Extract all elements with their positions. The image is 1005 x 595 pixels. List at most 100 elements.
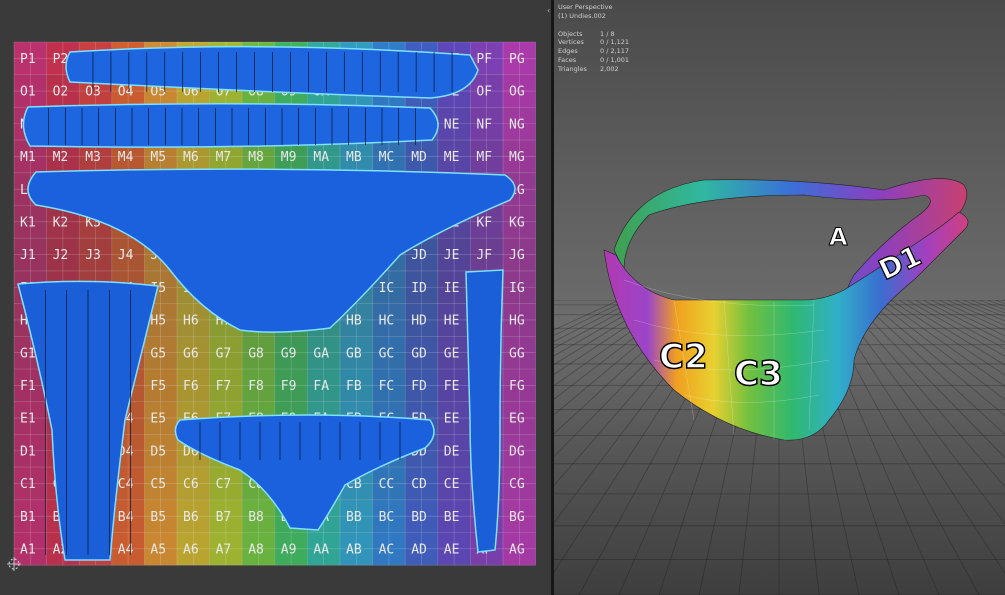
stat-row: Objects 1 / 8 <box>558 30 629 39</box>
uv-grid-label: GE <box>444 346 460 361</box>
uv-grid-label: M8 <box>248 150 264 165</box>
uv-grid-label: O4 <box>118 85 134 100</box>
uv-grid-label: CE <box>444 477 460 492</box>
uv-grid-label: EE <box>444 412 460 427</box>
uv-grid-label: G6 <box>183 346 199 361</box>
viewport-stats-overlay: User Perspective (1) Undies.002 Objects 1… <box>558 3 629 74</box>
uv-grid-label: ID <box>411 281 427 296</box>
uv-grid-label: FG <box>509 379 525 394</box>
uv-grid-label: C5 <box>150 477 166 492</box>
uv-grid-label: F5 <box>150 379 166 394</box>
3d-viewport-panel[interactable]: C2 C3 D1 A <box>554 0 1005 595</box>
uv-island-waistband-mid <box>22 102 439 148</box>
uv-grid-label: A7 <box>216 543 232 558</box>
uv-grid-label: F9 <box>281 379 297 394</box>
uv-grid-label: IC <box>379 281 395 296</box>
uv-grid-label: FC <box>379 379 395 394</box>
uv-grid-label: A4 <box>118 543 134 558</box>
uv-grid-label: O1 <box>20 85 36 100</box>
stat-row: Faces 0 / 1,001 <box>558 56 629 65</box>
uv-grid-label: F1 <box>20 379 36 394</box>
uv-grid-label: AC <box>379 543 395 558</box>
uv-grid-label: G9 <box>281 346 297 361</box>
uv-grid-label: D5 <box>150 444 166 459</box>
stat-row: Edges 0 / 2,117 <box>558 47 629 56</box>
uv-grid-label: NG <box>509 117 525 132</box>
object-name: (1) Undies.002 <box>558 11 606 20</box>
uv-grid-label: K1 <box>20 216 36 231</box>
uv-grid-label: HG <box>509 314 525 329</box>
stat-row: Triangles 2,002 <box>558 65 629 74</box>
model-label-c3: C3 <box>734 354 783 394</box>
uv-grid-label: AE <box>444 543 460 558</box>
uv-grid-label: HB <box>346 314 362 329</box>
uv-grid-label: MG <box>509 150 525 165</box>
uv-grid-label: A6 <box>183 543 199 558</box>
uv-grid-label: KG <box>509 216 525 231</box>
uv-grid-label: GD <box>411 346 427 361</box>
uv-grid-label: FB <box>346 379 362 394</box>
3d-model-undies[interactable]: C2 C3 D1 A <box>554 0 1005 595</box>
uv-grid-label: BC <box>379 510 395 525</box>
uv-grid-label: ME <box>444 150 460 165</box>
stat-key: Triangles <box>558 64 587 73</box>
uv-grid-label: GB <box>346 346 362 361</box>
uv-grid-label: NF <box>476 117 492 132</box>
uv-grid-label: G8 <box>248 346 264 361</box>
stat-value: 1 / 8 <box>600 29 615 38</box>
model-label-a: A <box>829 223 848 251</box>
uv-grid-label: B8 <box>248 510 264 525</box>
uv-grid-label: MF <box>476 150 492 165</box>
uv-grid-label: PF <box>476 52 492 67</box>
uv-grid-label: JG <box>509 248 525 263</box>
uv-grid-label: BB <box>346 510 362 525</box>
stat-key: Vertices <box>558 38 584 47</box>
uv-grid-label: H5 <box>150 314 166 329</box>
uv-grid-label: KF <box>476 216 492 231</box>
stat-key: Faces <box>558 55 577 64</box>
stat-value: 2,002 <box>600 64 619 73</box>
uv-grid-label: IG <box>509 281 525 296</box>
uv-grid-label: EG <box>509 412 525 427</box>
stat-value: 0 / 1,001 <box>600 55 630 64</box>
collapse-arrow-icon[interactable]: ‹ <box>547 6 550 15</box>
uv-grid-label: O2 <box>53 85 69 100</box>
uv-grid-label: K2 <box>53 216 69 231</box>
uv-grid-label: M9 <box>281 150 297 165</box>
uv-grid-label: AA <box>313 543 329 558</box>
uv-grid-label: JE <box>444 248 460 263</box>
uv-texture-canvas[interactable]: P1P2P3P4P5P6P7P8P9PAPBPCPDPEPFPGO1O2O3O4… <box>0 0 551 595</box>
uv-grid-label: M7 <box>216 150 232 165</box>
uv-grid-label: BD <box>411 510 427 525</box>
uv-grid-label: HD <box>411 314 427 329</box>
uv-grid-label: FA <box>313 379 329 394</box>
uv-grid-label: B1 <box>20 510 36 525</box>
uv-grid-label: OG <box>509 85 525 100</box>
uv-grid-label: M1 <box>20 150 36 165</box>
uv-grid-label: IE <box>444 281 460 296</box>
uv-cursor-icon[interactable] <box>6 556 22 572</box>
uv-grid-label: J2 <box>53 248 69 263</box>
stat-value: 0 / 1,121 <box>600 38 630 47</box>
uv-grid-label: C6 <box>183 477 199 492</box>
uv-grid-label: E5 <box>150 412 166 427</box>
uv-grid-label: M6 <box>183 150 199 165</box>
uv-grid-label: A1 <box>20 543 36 558</box>
uv-grid-label: CD <box>411 477 427 492</box>
uv-grid-label: MB <box>346 150 362 165</box>
uv-grid-label: A8 <box>248 543 264 558</box>
uv-grid-label: A9 <box>281 543 297 558</box>
uv-grid-label: AG <box>509 543 525 558</box>
uv-grid-label: MD <box>411 150 427 165</box>
uv-grid-label: JD <box>411 248 427 263</box>
view-name: User Perspective <box>558 3 613 11</box>
uv-grid-label: H6 <box>183 314 199 329</box>
uv-grid-label: PG <box>509 52 525 67</box>
uv-grid-label: HC <box>379 314 395 329</box>
uv-grid-label: OF <box>476 85 492 100</box>
uv-grid-label: B7 <box>216 510 232 525</box>
uv-editor-panel[interactable]: P1P2P3P4P5P6P7P8P9PAPBPCPDPEPFPGO1O2O3O4… <box>0 0 551 595</box>
uv-grid-label: M3 <box>85 150 101 165</box>
uv-grid-label: F6 <box>183 379 199 394</box>
uv-grid-label: G5 <box>150 346 166 361</box>
